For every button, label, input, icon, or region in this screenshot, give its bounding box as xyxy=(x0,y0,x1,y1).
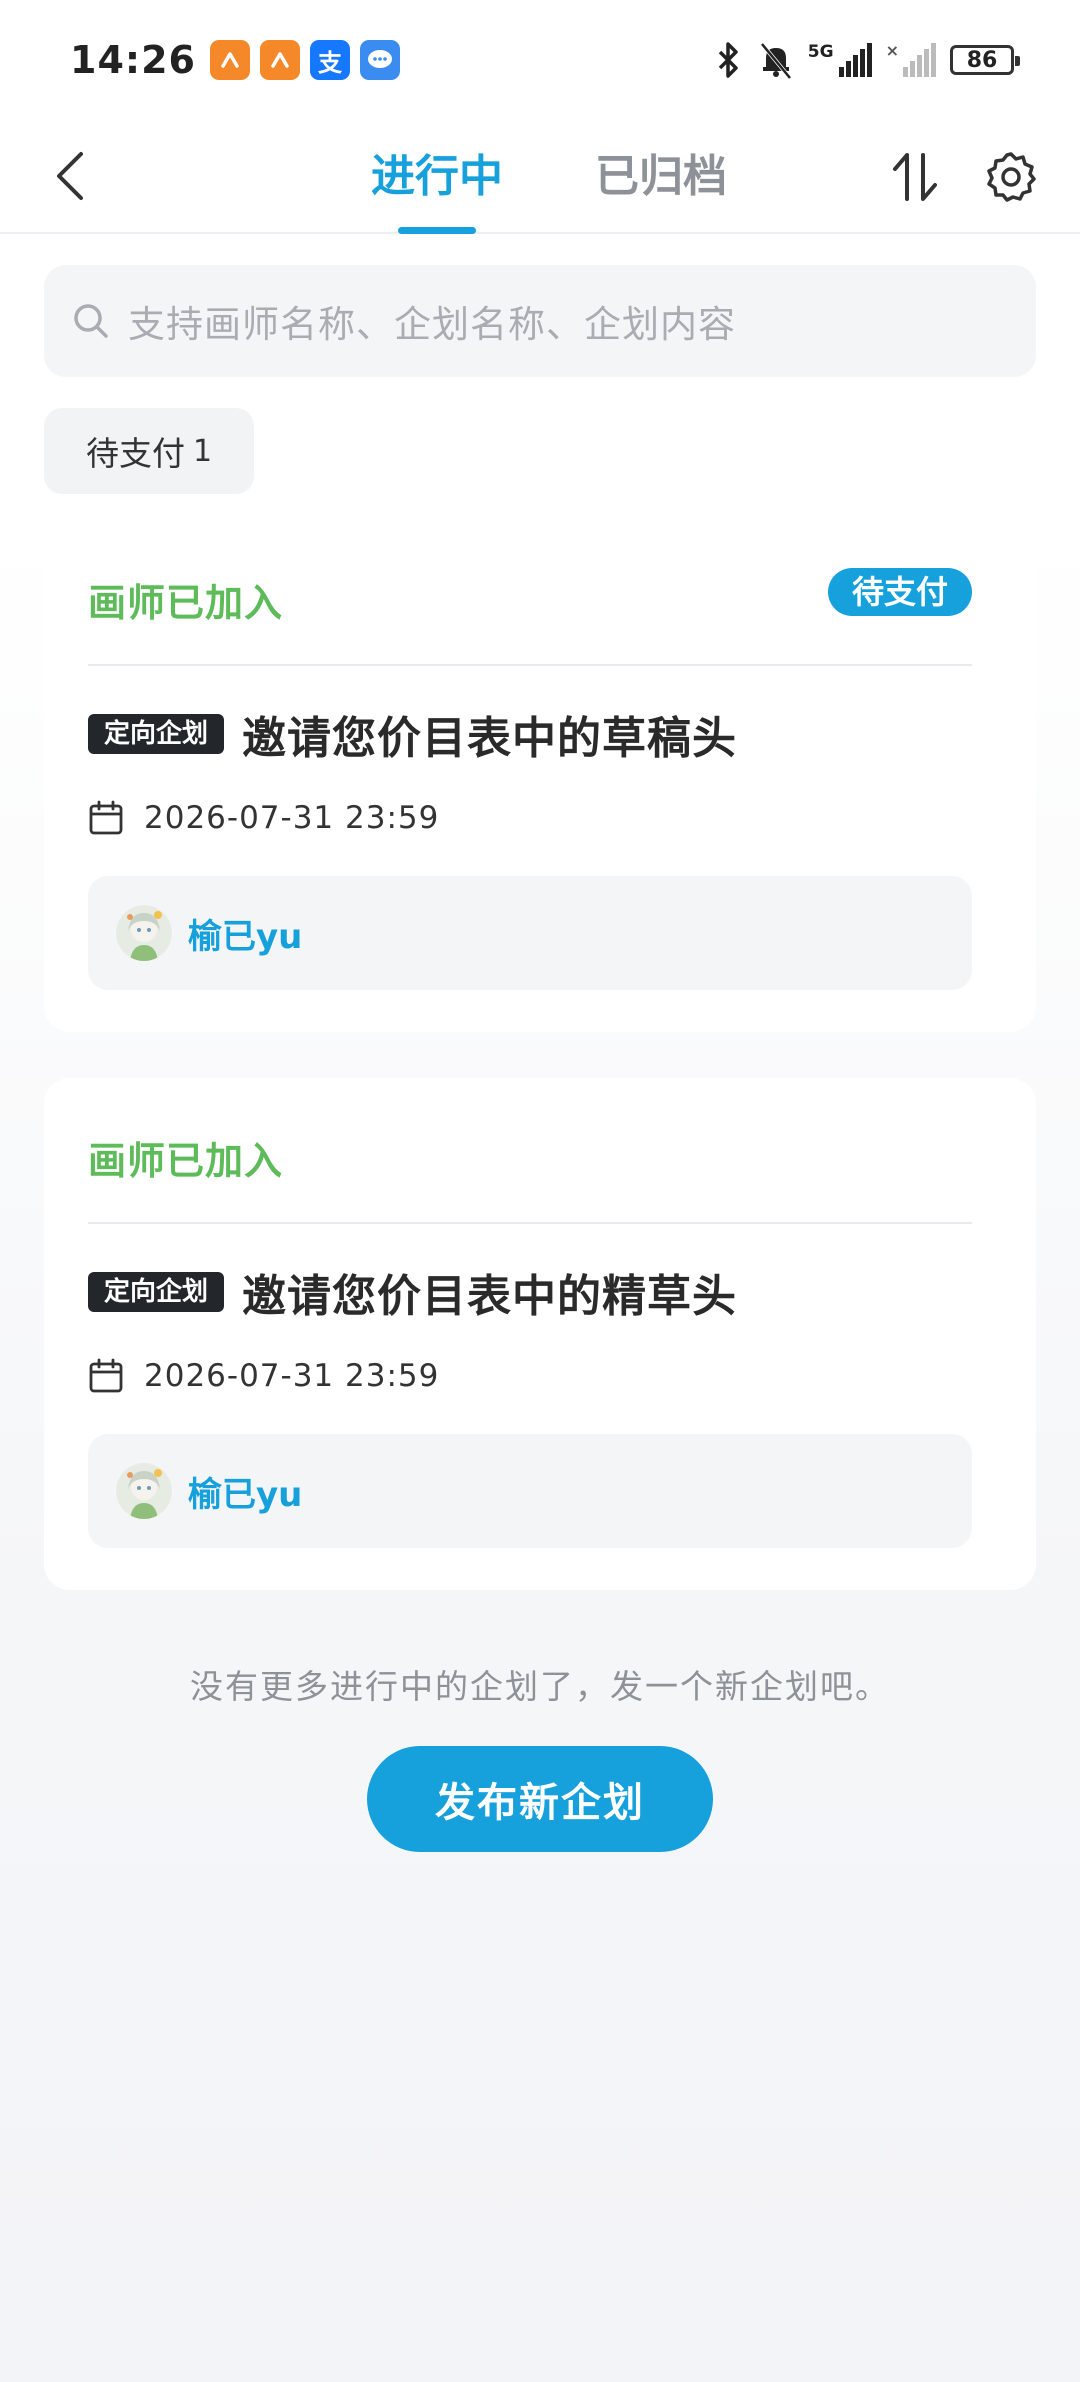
alipay-icon: 支 xyxy=(309,40,350,80)
card-title-row: 定向企划 邀请您价目表中的草稿头 xyxy=(88,702,737,766)
status-bar: 14:26 支 5G × 86 xyxy=(0,0,1080,120)
system-icons: 5G × 86 xyxy=(714,40,1020,80)
card-divider xyxy=(88,664,972,666)
project-type-tag: 定向企划 xyxy=(88,1272,225,1312)
artist-name: 榆已yu xyxy=(188,916,303,957)
filter-chip-pending-payment[interactable]: 待支付 1 xyxy=(44,408,255,494)
avatar xyxy=(116,905,172,961)
signal-5g-icon: 5G xyxy=(808,43,872,77)
calendar-icon xyxy=(89,800,123,835)
artist-row[interactable]: 榆已yu xyxy=(88,1434,972,1548)
card-title-row: 定向企划 邀请您价目表中的精草头 xyxy=(88,1260,737,1324)
search-input[interactable]: 支持画师名称、企划名称、企划内容 xyxy=(44,265,1036,377)
card-title: 邀请您价目表中的精草头 xyxy=(242,1271,738,1322)
tab-archived-label: 已归档 xyxy=(595,151,727,202)
tab-in-progress[interactable]: 进行中 xyxy=(371,120,503,234)
filter-chip-label: 待支付 xyxy=(86,434,185,473)
gear-icon xyxy=(987,152,1036,202)
orange-app-icon xyxy=(209,40,250,80)
artist-row[interactable]: 榆已yu xyxy=(88,876,972,990)
sort-icon xyxy=(893,153,937,201)
notification-icons: 支 xyxy=(209,40,400,80)
status-badge: 待支付 xyxy=(827,568,972,616)
avatar xyxy=(116,1463,172,1519)
card-divider xyxy=(88,1222,972,1224)
deadline-text: 2026-07-31 23:59 xyxy=(144,800,440,836)
deadline-row: 2026-07-31 23:59 xyxy=(88,1358,439,1394)
bluetooth-icon xyxy=(718,42,738,78)
deadline-text: 2026-07-31 23:59 xyxy=(144,1358,440,1394)
calendar-icon xyxy=(89,1358,123,1393)
card-status: 画师已加入 xyxy=(88,581,284,625)
app-screen: 14:26 支 5G × 86 进行中 已归档 支持画师名称、企划名称、企划内容… xyxy=(0,0,1080,2382)
deadline-row: 2026-07-31 23:59 xyxy=(88,800,439,836)
message-icon xyxy=(359,40,400,80)
card-title: 邀请您价目表中的草稿头 xyxy=(242,713,738,764)
publish-new-project-button[interactable]: 发布新企划 xyxy=(367,1746,713,1852)
mute-bell-icon xyxy=(760,42,792,80)
battery-icon: 86 xyxy=(950,45,1020,75)
no-more-hint: 没有更多进行中的企划了，发一个新企划吧。 xyxy=(190,1667,890,1706)
project-card[interactable]: 画师已加入 待支付 定向企划 邀请您价目表中的草稿头 2026-07-31 23… xyxy=(44,520,1036,1032)
settings-button[interactable] xyxy=(980,146,1042,208)
search-icon xyxy=(74,304,108,338)
sort-button[interactable] xyxy=(884,146,946,208)
artist-name: 榆已yu xyxy=(188,1474,303,1515)
project-card[interactable]: 画师已加入 定向企划 邀请您价目表中的精草头 2026-07-31 23:59 … xyxy=(44,1078,1036,1590)
tab-archived[interactable]: 已归档 xyxy=(595,120,727,234)
orange-app-icon xyxy=(259,40,300,80)
tab-in-progress-label: 进行中 xyxy=(371,151,503,202)
top-nav-bar: 进行中 已归档 xyxy=(0,120,1080,234)
filter-chip-count: 1 xyxy=(193,433,213,469)
active-tab-indicator xyxy=(398,227,476,234)
status-time: 14:26 xyxy=(70,38,196,82)
project-type-tag: 定向企划 xyxy=(88,714,225,754)
card-status: 画师已加入 xyxy=(88,1139,284,1183)
signal-weak-icon: × xyxy=(886,43,936,77)
battery-level: 86 xyxy=(966,47,998,73)
search-placeholder: 支持画师名称、企划名称、企划内容 xyxy=(128,303,736,346)
